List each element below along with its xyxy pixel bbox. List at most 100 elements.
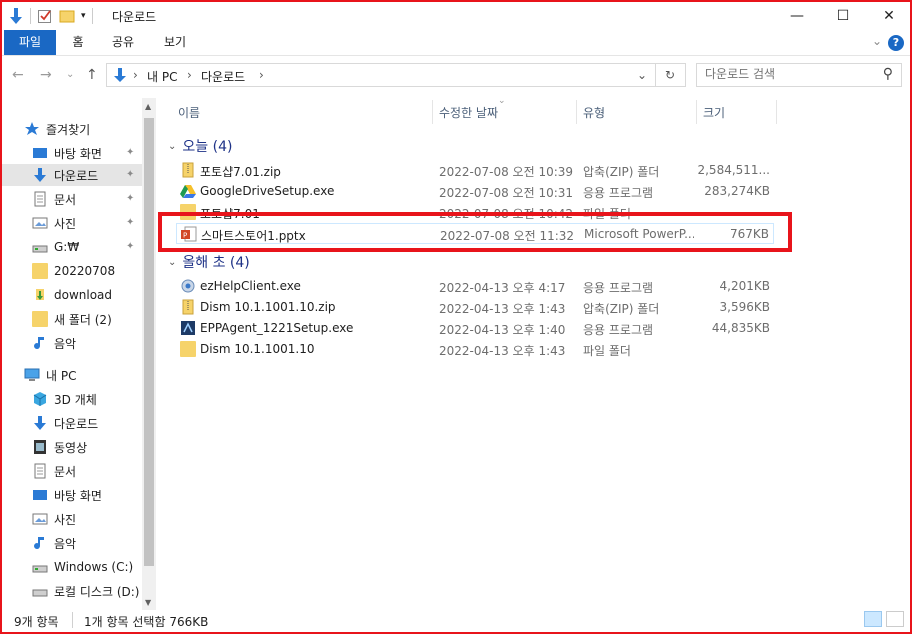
sidebar-item-documents[interactable]: 문서 <box>32 188 156 210</box>
breadcrumb-separator[interactable]: › <box>187 68 192 82</box>
sidebar-item-label: 음악 <box>54 336 77 351</box>
pin-icon[interactable]: ✦ <box>126 147 134 158</box>
sidebar-item-desktop[interactable]: 바탕 화면 <box>32 142 156 164</box>
file-row[interactable]: Dism 10.1.1001.10 2022-04-13 오후 1:43 파일 … <box>176 339 774 360</box>
file-row[interactable]: ezHelpClient.exe 2022-04-13 오후 4:17 응용 프… <box>176 276 774 297</box>
column-header-type[interactable]: 유형 <box>583 104 605 121</box>
column-separator[interactable] <box>432 100 433 124</box>
new-folder-icon[interactable] <box>59 8 75 24</box>
file-name: GoogleDriveSetup.exe <box>200 184 335 198</box>
column-header-date[interactable]: 수정한 날짜 <box>439 104 498 121</box>
sidebar-item-music[interactable]: 음악 <box>32 332 156 354</box>
file-date: 2022-04-13 오후 1:43 <box>439 344 566 358</box>
back-button[interactable]: ← <box>12 67 24 83</box>
help-icon[interactable]: ? <box>888 35 904 51</box>
address-bar[interactable]: › 내 PC › 다운로드 › ⌄ ↻ <box>106 63 686 87</box>
pictures-icon <box>32 513 48 525</box>
zip-icon <box>182 162 194 178</box>
status-divider <box>72 612 73 628</box>
column-header-size[interactable]: 크기 <box>703 104 725 121</box>
sidebar-item-label: 다운로드 <box>54 168 99 183</box>
sidebar-item-documents-pc[interactable]: 문서 <box>32 460 156 482</box>
column-separator[interactable] <box>776 100 777 124</box>
customize-toolbar-icon[interactable]: ▾ <box>81 11 86 21</box>
file-name: EPPAgent_1221Setup.exe <box>200 321 354 335</box>
sidebar-item-drive-c[interactable]: Windows (C:) <box>32 556 156 578</box>
search-icon[interactable]: ⚲ <box>883 66 893 82</box>
sidebar-item-quick-access[interactable]: 즐겨찾기 <box>24 118 156 140</box>
window-title: 다운로드 <box>112 10 157 24</box>
scrollbar-thumb[interactable] <box>144 118 154 566</box>
file-type: 응용 프로그램 <box>583 323 654 337</box>
item-count: 9개 항목 <box>14 615 59 629</box>
pin-icon[interactable]: ✦ <box>126 241 134 252</box>
breadcrumb-separator[interactable]: › <box>133 68 138 82</box>
sidebar-item-label: 로컬 디스크 (D:) <box>54 584 140 599</box>
recent-locations-button[interactable]: ⌄ <box>66 69 74 80</box>
file-row[interactable]: Dism 10.1.1001.10.zip 2022-04-13 오후 1:43… <box>176 297 774 318</box>
pin-icon[interactable]: ✦ <box>126 193 134 204</box>
sidebar-item-pictures[interactable]: 사진 <box>32 212 156 234</box>
desktop-icon <box>33 490 47 500</box>
sidebar-scrollbar[interactable]: ▲ ▼ <box>142 98 156 610</box>
file-row[interactable]: 포토샵7.01.zip 2022-07-08 오전 10:39 압축(ZIP) … <box>176 160 774 181</box>
close-button[interactable]: ✕ <box>866 2 912 30</box>
tab-file[interactable]: 파일 <box>4 30 56 55</box>
sidebar-item-this-pc[interactable]: 내 PC <box>24 364 156 386</box>
sidebar-item-desktop-pc[interactable]: 바탕 화면 <box>32 484 156 506</box>
refresh-icon[interactable]: ↻ <box>665 68 675 82</box>
scroll-down-icon[interactable]: ▼ <box>145 598 151 607</box>
pin-icon[interactable]: ✦ <box>126 169 134 180</box>
forward-button[interactable]: → <box>40 67 52 83</box>
breadcrumb-downloads[interactable]: 다운로드 <box>201 68 245 85</box>
highlight-annotation-box <box>158 212 792 252</box>
sidebar-item-music-pc[interactable]: 음악 <box>32 532 156 554</box>
sidebar-item-drive-d[interactable]: 로컬 디스크 (D:) <box>32 580 156 602</box>
breadcrumb-this-pc[interactable]: 내 PC <box>147 68 177 85</box>
file-row[interactable]: EPPAgent_1221Setup.exe 2022-04-13 오후 1:4… <box>176 318 774 339</box>
minimize-button[interactable]: — <box>774 2 820 30</box>
sidebar-item-folder-20220708[interactable]: 20220708 <box>32 260 156 282</box>
address-dropdown-icon[interactable]: ⌄ <box>637 68 647 82</box>
sidebar-item-label: 동영상 <box>54 440 88 455</box>
pin-icon[interactable]: ✦ <box>126 217 134 228</box>
sidebar-item-folder-download[interactable]: download <box>32 284 156 306</box>
group-header-today[interactable]: ⌄ 오늘 (4) <box>168 136 232 156</box>
sidebar-item-downloads-pc[interactable]: 다운로드 <box>32 412 156 434</box>
column-separator[interactable] <box>576 100 577 124</box>
sidebar-item-label: 음악 <box>54 536 77 551</box>
download-icon <box>34 416 46 430</box>
file-size: 44,835KB <box>711 321 770 335</box>
group-collapse-icon[interactable]: ⌄ <box>168 141 176 152</box>
tab-share[interactable]: 공유 <box>106 30 140 55</box>
maximize-button[interactable]: ☐ <box>820 2 866 30</box>
sidebar-item-g-drive[interactable]: G:₩ <box>32 236 156 258</box>
column-separator[interactable] <box>696 100 697 124</box>
search-box[interactable]: ⚲ <box>696 63 902 87</box>
group-header-this-year[interactable]: ⌄ 올해 초 (4) <box>168 252 250 272</box>
sidebar-item-videos[interactable]: 동영상 <box>32 436 156 458</box>
sidebar-item-downloads[interactable]: 다운로드 <box>2 164 142 186</box>
ribbon-expand-icon[interactable]: ⌄ <box>872 34 882 48</box>
sidebar-item-new-folder-2[interactable]: 새 폴더 (2) <box>32 308 156 330</box>
group-collapse-icon[interactable]: ⌄ <box>168 257 176 268</box>
search-input[interactable] <box>705 67 875 81</box>
sidebar-item-label: 3D 개체 <box>54 392 97 407</box>
sidebar-item-3d-objects[interactable]: 3D 개체 <box>32 388 156 410</box>
file-type: 파일 폴더 <box>583 344 631 358</box>
video-icon <box>34 440 46 454</box>
scroll-up-icon[interactable]: ▲ <box>145 102 151 111</box>
properties-check-icon[interactable] <box>37 8 53 24</box>
zip-icon <box>182 299 194 315</box>
large-icons-view-icon[interactable] <box>886 611 904 627</box>
tab-home[interactable]: 홈 <box>64 30 92 55</box>
up-button[interactable]: ↑ <box>86 67 98 83</box>
sidebar-item-pictures-pc[interactable]: 사진 <box>32 508 156 530</box>
tab-view[interactable]: 보기 <box>158 30 192 55</box>
breadcrumb-separator[interactable]: › <box>259 68 264 82</box>
details-view-icon[interactable] <box>864 611 882 627</box>
download-arrow-icon[interactable] <box>8 7 24 25</box>
file-row[interactable]: GoogleDriveSetup.exe 2022-07-08 오전 10:31… <box>176 181 774 202</box>
sidebar-item-label: 다운로드 <box>54 416 99 431</box>
column-header-name[interactable]: 이름 <box>178 104 200 121</box>
